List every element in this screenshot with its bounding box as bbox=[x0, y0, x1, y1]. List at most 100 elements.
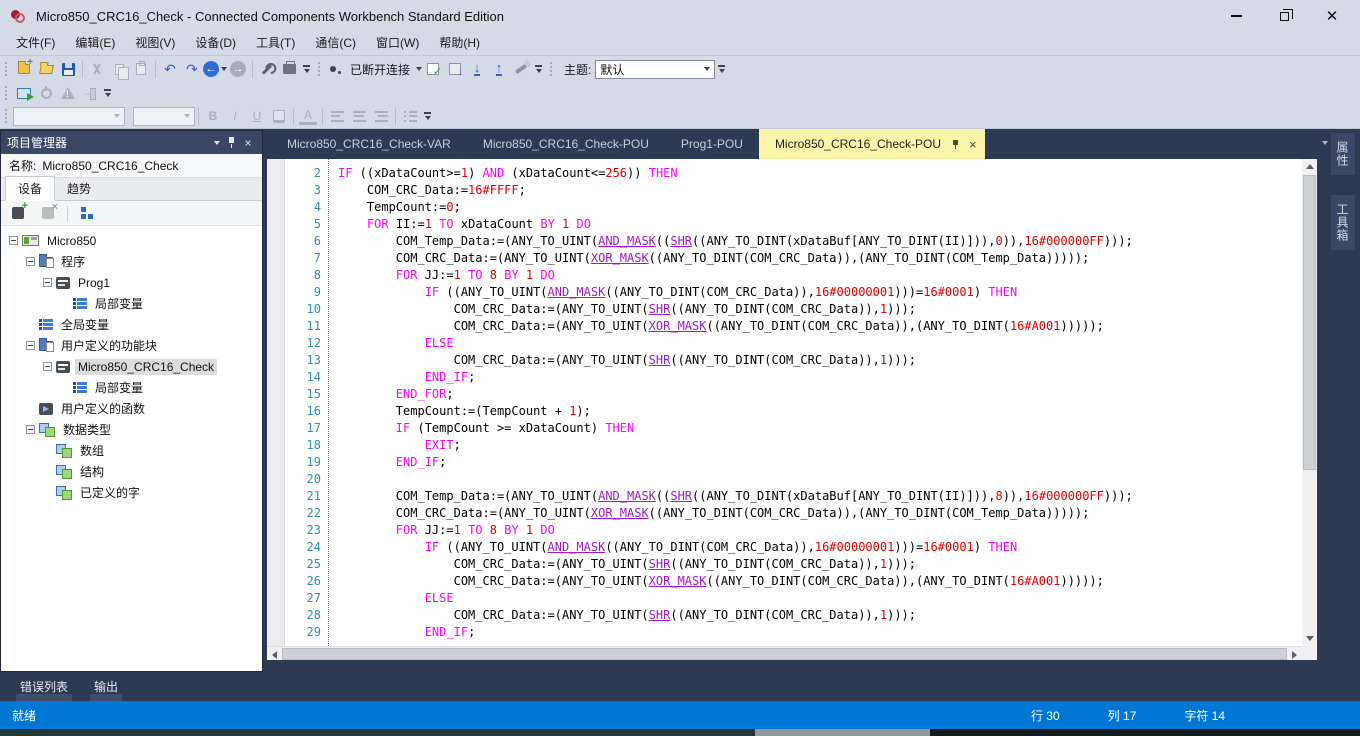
power-button[interactable] bbox=[35, 82, 57, 104]
tree-item[interactable]: 程序 bbox=[1, 251, 262, 272]
scroll-down-icon[interactable] bbox=[1306, 636, 1314, 641]
tree-expander[interactable] bbox=[26, 425, 35, 434]
code-text-area[interactable]: IF ((xDataCount>=1) AND (xDataCount<=256… bbox=[329, 159, 1302, 646]
tree-expander[interactable] bbox=[43, 278, 52, 287]
diagnostics-button[interactable] bbox=[57, 82, 79, 104]
font-color-button[interactable]: A bbox=[297, 105, 319, 127]
tree-item[interactable]: Micro850 bbox=[1, 230, 262, 251]
navigate-forward-button[interactable]: → bbox=[227, 58, 249, 80]
tree-item[interactable]: 用户定义的功能块 bbox=[1, 335, 262, 356]
align-right-button[interactable] bbox=[370, 105, 392, 127]
run-monitor-button[interactable] bbox=[13, 82, 35, 104]
close-button[interactable]: ✕ bbox=[1322, 6, 1342, 26]
document-tab-3[interactable]: Micro850_CRC16_Check-POU× bbox=[759, 129, 985, 159]
tree-item[interactable]: 全局变量 bbox=[1, 314, 262, 335]
toolbar-grip[interactable] bbox=[4, 108, 9, 124]
tree-item[interactable]: 已定义的字 bbox=[1, 482, 262, 503]
bold-button[interactable]: B bbox=[202, 105, 224, 127]
scroll-up-icon[interactable] bbox=[1306, 164, 1314, 169]
bottom-panel-tab-1[interactable]: 输出 bbox=[84, 672, 128, 701]
toolbar-grip[interactable] bbox=[549, 61, 554, 77]
restore-button[interactable] bbox=[1274, 6, 1294, 26]
tree-item[interactable]: 用户定义的函数 bbox=[1, 398, 262, 419]
font-family-select[interactable] bbox=[13, 107, 125, 126]
align-left-button[interactable] bbox=[326, 105, 348, 127]
undo-button[interactable]: ↶ bbox=[159, 58, 181, 80]
minimize-button[interactable] bbox=[1226, 6, 1246, 26]
toolbar-grip[interactable] bbox=[4, 85, 9, 101]
menu-item-1[interactable]: 编辑(E) bbox=[65, 32, 125, 55]
panel-close-button[interactable]: × bbox=[240, 136, 256, 150]
code-editor[interactable]: 2345678910111213141516171819202122232425… bbox=[267, 159, 1317, 660]
tree-expander[interactable] bbox=[26, 257, 35, 266]
document-tab-0[interactable]: Micro850_CRC16_Check-VAR bbox=[271, 129, 467, 159]
upload-button[interactable]: ↑ bbox=[488, 58, 510, 80]
save-button[interactable] bbox=[57, 58, 79, 80]
taskbar-item[interactable] bbox=[755, 729, 930, 736]
copy-button[interactable] bbox=[108, 58, 130, 80]
tree-item[interactable]: 局部变量 bbox=[1, 293, 262, 314]
underline-button[interactable]: U bbox=[246, 105, 268, 127]
new-project-button[interactable] bbox=[13, 58, 35, 80]
tree-item[interactable]: 数组 bbox=[1, 440, 262, 461]
theme-select[interactable]: 默认 bbox=[595, 60, 715, 79]
menu-item-4[interactable]: 工具(T) bbox=[246, 32, 305, 55]
cut-button[interactable] bbox=[86, 58, 108, 80]
pin-tab-icon[interactable] bbox=[951, 138, 961, 151]
settings-button[interactable] bbox=[256, 58, 278, 80]
remove-item-button[interactable] bbox=[37, 202, 59, 224]
vertical-scrollbar-thumb[interactable] bbox=[1303, 175, 1316, 470]
tree-expander[interactable] bbox=[26, 341, 35, 350]
tree-expander[interactable] bbox=[9, 236, 18, 245]
highlight-button[interactable] bbox=[268, 105, 290, 127]
tree-item[interactable]: 数据类型 bbox=[1, 419, 262, 440]
document-tab-1[interactable]: Micro850_CRC16_Check-POU bbox=[467, 129, 665, 159]
side-tab-1[interactable]: 工具箱 bbox=[1331, 195, 1355, 250]
menu-item-2[interactable]: 视图(V) bbox=[125, 32, 185, 55]
italic-button[interactable]: I bbox=[224, 105, 246, 127]
project-panel-tab-0[interactable]: 设备 bbox=[5, 176, 55, 201]
toolbar-grip[interactable] bbox=[4, 61, 9, 77]
open-project-button[interactable] bbox=[35, 58, 57, 80]
bottom-panel-tab-0[interactable]: 错误列表 bbox=[10, 672, 78, 701]
close-tab-icon[interactable]: × bbox=[969, 137, 977, 152]
step-button[interactable] bbox=[79, 82, 101, 104]
device-verify-button[interactable] bbox=[422, 58, 444, 80]
tree-item[interactable]: Prog1 bbox=[1, 272, 262, 293]
connection-status-label[interactable]: 已断开连接 bbox=[350, 61, 410, 78]
toolbar-grip[interactable] bbox=[317, 61, 322, 77]
tree-item[interactable]: 结构 bbox=[1, 461, 262, 482]
toolbar-overflow-button[interactable] bbox=[424, 112, 431, 120]
build-button[interactable] bbox=[278, 58, 300, 80]
menu-item-6[interactable]: 窗口(W) bbox=[366, 32, 429, 55]
paste-button[interactable] bbox=[130, 58, 152, 80]
toolbar-overflow-button[interactable] bbox=[535, 65, 542, 73]
tree-item[interactable]: Micro850_CRC16_Check bbox=[1, 356, 262, 377]
download-button[interactable]: ↓ bbox=[466, 58, 488, 80]
horizontal-scrollbar[interactable] bbox=[267, 646, 1302, 660]
navigate-back-button[interactable]: ← bbox=[203, 58, 227, 80]
scroll-right-icon[interactable] bbox=[1292, 651, 1297, 659]
align-center-button[interactable] bbox=[348, 105, 370, 127]
scroll-left-icon[interactable] bbox=[272, 651, 277, 659]
toolbar-overflow-button[interactable] bbox=[104, 89, 111, 97]
project-panel-tab-1[interactable]: 趋势 bbox=[55, 177, 103, 200]
font-size-select[interactable] bbox=[133, 107, 195, 126]
menu-item-5[interactable]: 通信(C) bbox=[305, 32, 366, 55]
organize-button[interactable] bbox=[76, 202, 98, 224]
tree-item[interactable]: 局部变量 bbox=[1, 377, 262, 398]
device-download-button[interactable] bbox=[444, 58, 466, 80]
vertical-scrollbar[interactable] bbox=[1302, 159, 1317, 646]
breakpoint-margin[interactable] bbox=[267, 159, 285, 646]
document-tab-2[interactable]: Prog1-POU bbox=[665, 129, 759, 159]
bullet-list-button[interactable] bbox=[399, 105, 421, 127]
toolbar-overflow-button[interactable] bbox=[718, 65, 725, 73]
toolbar-overflow-button[interactable] bbox=[303, 65, 310, 73]
add-item-button[interactable] bbox=[7, 202, 29, 224]
tree-expander[interactable] bbox=[43, 362, 52, 371]
menu-item-7[interactable]: 帮助(H) bbox=[429, 32, 490, 55]
panel-dropdown-button[interactable] bbox=[208, 136, 224, 150]
panel-pin-button[interactable] bbox=[224, 136, 240, 150]
menu-item-3[interactable]: 设备(D) bbox=[185, 32, 246, 55]
side-tab-0[interactable]: 属性 bbox=[1331, 133, 1355, 175]
